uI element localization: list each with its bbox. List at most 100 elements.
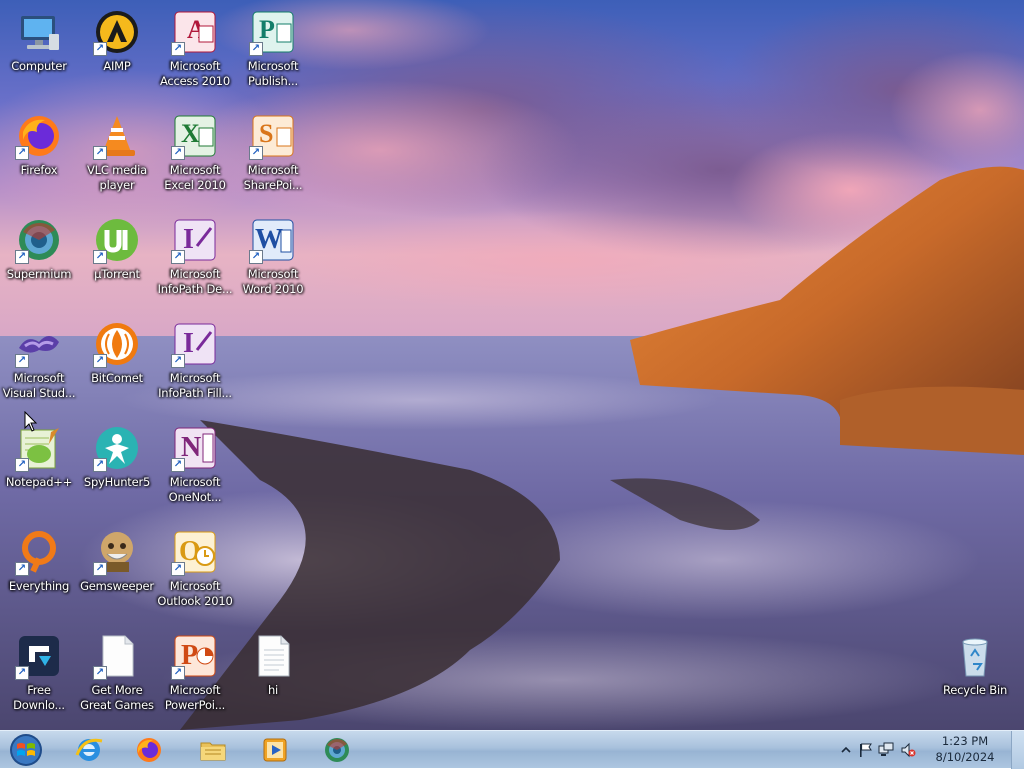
- show-desktop-button[interactable]: [1011, 731, 1024, 769]
- icon-label: Supermium: [6, 267, 72, 281]
- desktop-icon-visual-studio[interactable]: ↗ Microsoft Visual Stud...: [0, 316, 78, 416]
- desktop-icon-recycle-bin[interactable]: Recycle Bin: [936, 628, 1014, 728]
- desktop-icon-supermium[interactable]: ↗ Supermium: [0, 212, 78, 312]
- bitcomet-icon: ↗: [93, 320, 141, 368]
- desktop-icon-bitcomet[interactable]: ↗ BitComet: [78, 316, 156, 416]
- document-icon: ↗: [93, 632, 141, 680]
- shortcut-arrow-icon: ↗: [171, 666, 185, 680]
- svg-text:X: X: [181, 119, 200, 148]
- word-icon: W ↗: [249, 216, 297, 264]
- clock-date: 8/10/2024: [935, 750, 995, 764]
- shortcut-arrow-icon: ↗: [171, 42, 185, 56]
- desktop-icon-notepad-plus-plus[interactable]: ↗ Notepad++: [0, 420, 78, 520]
- taskbar-clock[interactable]: 1:23 PM 8/10/2024: [930, 733, 1000, 765]
- icon-label: Everything: [8, 579, 70, 593]
- icon-label: µTorrent: [94, 267, 140, 281]
- taskbar-internet-explorer[interactable]: [66, 733, 112, 767]
- system-tray: 1:23 PM 8/10/2024: [834, 731, 1024, 769]
- desktop-icon-access-2010[interactable]: A ↗ Microsoft Access 2010: [156, 4, 234, 104]
- taskbar-file-explorer[interactable]: [190, 733, 236, 767]
- shortcut-arrow-icon: ↗: [93, 458, 107, 472]
- folder-icon: [200, 742, 226, 761]
- desktop-icon-gemsweeper[interactable]: ↗ Gemsweeper: [78, 524, 156, 624]
- icon-label: Microsoft Publish...: [247, 59, 299, 88]
- start-button[interactable]: [6, 733, 46, 767]
- free-download-manager-icon: ↗: [15, 632, 63, 680]
- desktop-icon-excel-2010[interactable]: X ↗ Microsoft Excel 2010: [156, 108, 234, 208]
- show-hidden-icons-chevron-icon[interactable]: [838, 742, 854, 758]
- desktop-icon-hi[interactable]: hi: [234, 628, 312, 728]
- infopath-icon: I ↗: [171, 216, 219, 264]
- shortcut-arrow-icon: ↗: [15, 146, 29, 160]
- icon-label: Microsoft InfoPath De...: [157, 267, 233, 296]
- desktop-icon-infopath-designer[interactable]: I ↗ Microsoft InfoPath De...: [156, 212, 234, 312]
- volume-muted-icon[interactable]: [900, 742, 916, 758]
- shortcut-arrow-icon: ↗: [171, 250, 185, 264]
- icon-label: BitComet: [91, 371, 143, 385]
- desktop-icon-onenote[interactable]: N ↗ Microsoft OneNot...: [156, 420, 234, 520]
- icon-label: Microsoft Access 2010: [159, 59, 231, 88]
- windows-orb-icon: [10, 734, 42, 766]
- desktop-icon-get-more-games[interactable]: ↗ Get More Great Games: [78, 628, 156, 728]
- desktop-icon-word-2010[interactable]: W ↗ Microsoft Word 2010: [234, 212, 312, 312]
- desktop-icon-powerpoint[interactable]: P ↗ Microsoft PowerPoi...: [156, 628, 234, 728]
- shortcut-arrow-icon: ↗: [249, 250, 263, 264]
- shortcut-arrow-icon: ↗: [15, 354, 29, 368]
- svg-text:S: S: [259, 119, 273, 148]
- powerpoint-icon: P ↗: [171, 632, 219, 680]
- desktop-icon-everything[interactable]: ↗ Everything: [0, 524, 78, 624]
- onenote-icon: N ↗: [171, 424, 219, 472]
- access-icon: A ↗: [171, 8, 219, 56]
- shortcut-arrow-icon: ↗: [93, 250, 107, 264]
- svg-text:P: P: [259, 15, 275, 44]
- shortcut-arrow-icon: ↗: [15, 666, 29, 680]
- clock-time: 1:23 PM: [941, 734, 989, 748]
- shortcut-arrow-icon: ↗: [93, 146, 107, 160]
- icon-label: Microsoft Excel 2010: [164, 163, 226, 192]
- network-icon[interactable]: [878, 742, 894, 758]
- desktop-icon-outlook-2010[interactable]: O ↗ Microsoft Outlook 2010: [156, 524, 234, 624]
- desktop-icon-firefox[interactable]: ↗ Firefox: [0, 108, 78, 208]
- utorrent-icon: ↗: [93, 216, 141, 264]
- desktop-icon-free-download[interactable]: ↗ Free Downlo...: [0, 628, 78, 728]
- desktop-icon-spyhunter5[interactable]: ↗ SpyHunter5: [78, 420, 156, 520]
- shortcut-arrow-icon: ↗: [93, 562, 107, 576]
- shortcut-arrow-icon: ↗: [93, 42, 107, 56]
- icon-label: SpyHunter5: [83, 475, 151, 489]
- icon-label: Microsoft Outlook 2010: [157, 579, 233, 608]
- icon-label: Microsoft Word 2010: [242, 267, 304, 296]
- gemsweeper-icon: ↗: [93, 528, 141, 576]
- desktop-icon-infopath-filler[interactable]: I ↗ Microsoft InfoPath Fill...: [156, 316, 234, 416]
- taskbar-media-player[interactable]: [252, 733, 298, 767]
- action-center-flag-icon[interactable]: [858, 742, 874, 758]
- desktop-icon-sharepoint[interactable]: S ↗ Microsoft SharePoi...: [234, 108, 312, 208]
- taskbar-firefox[interactable]: [126, 733, 172, 767]
- icon-label: Microsoft InfoPath Fill...: [158, 371, 232, 400]
- outlook-icon: O ↗: [171, 528, 219, 576]
- desktop-icon-vlc[interactable]: ↗ VLC media player: [78, 108, 156, 208]
- shortcut-arrow-icon: ↗: [171, 354, 185, 368]
- publisher-icon: P ↗: [249, 8, 297, 56]
- desktop-icon-publisher[interactable]: P ↗ Microsoft Publish...: [234, 4, 312, 104]
- desktop-icon-aimp[interactable]: ↗ AIMP: [78, 4, 156, 104]
- shortcut-arrow-icon: ↗: [171, 146, 185, 160]
- supermium-icon: ↗: [15, 216, 63, 264]
- firefox-icon: [137, 738, 161, 762]
- taskbar-supermium[interactable]: [314, 733, 360, 767]
- shortcut-arrow-icon: ↗: [249, 42, 263, 56]
- desktop-icon-computer[interactable]: Computer: [0, 4, 78, 104]
- sharepoint-icon: S ↗: [249, 112, 297, 160]
- firefox-icon: ↗: [15, 112, 63, 160]
- computer-icon: [15, 8, 63, 56]
- shortcut-arrow-icon: ↗: [15, 562, 29, 576]
- visual-studio-icon: ↗: [15, 320, 63, 368]
- shortcut-arrow-icon: ↗: [93, 354, 107, 368]
- aimp-icon: ↗: [93, 8, 141, 56]
- desktop-icon-utorrent[interactable]: ↗ µTorrent: [78, 212, 156, 312]
- icon-label: Free Downlo...: [13, 683, 65, 712]
- icon-label: hi: [267, 683, 279, 697]
- vlc-icon: ↗: [93, 112, 141, 160]
- taskbar: 1:23 PM 8/10/2024: [0, 730, 1024, 769]
- everything-icon: ↗: [15, 528, 63, 576]
- shortcut-arrow-icon: ↗: [249, 146, 263, 160]
